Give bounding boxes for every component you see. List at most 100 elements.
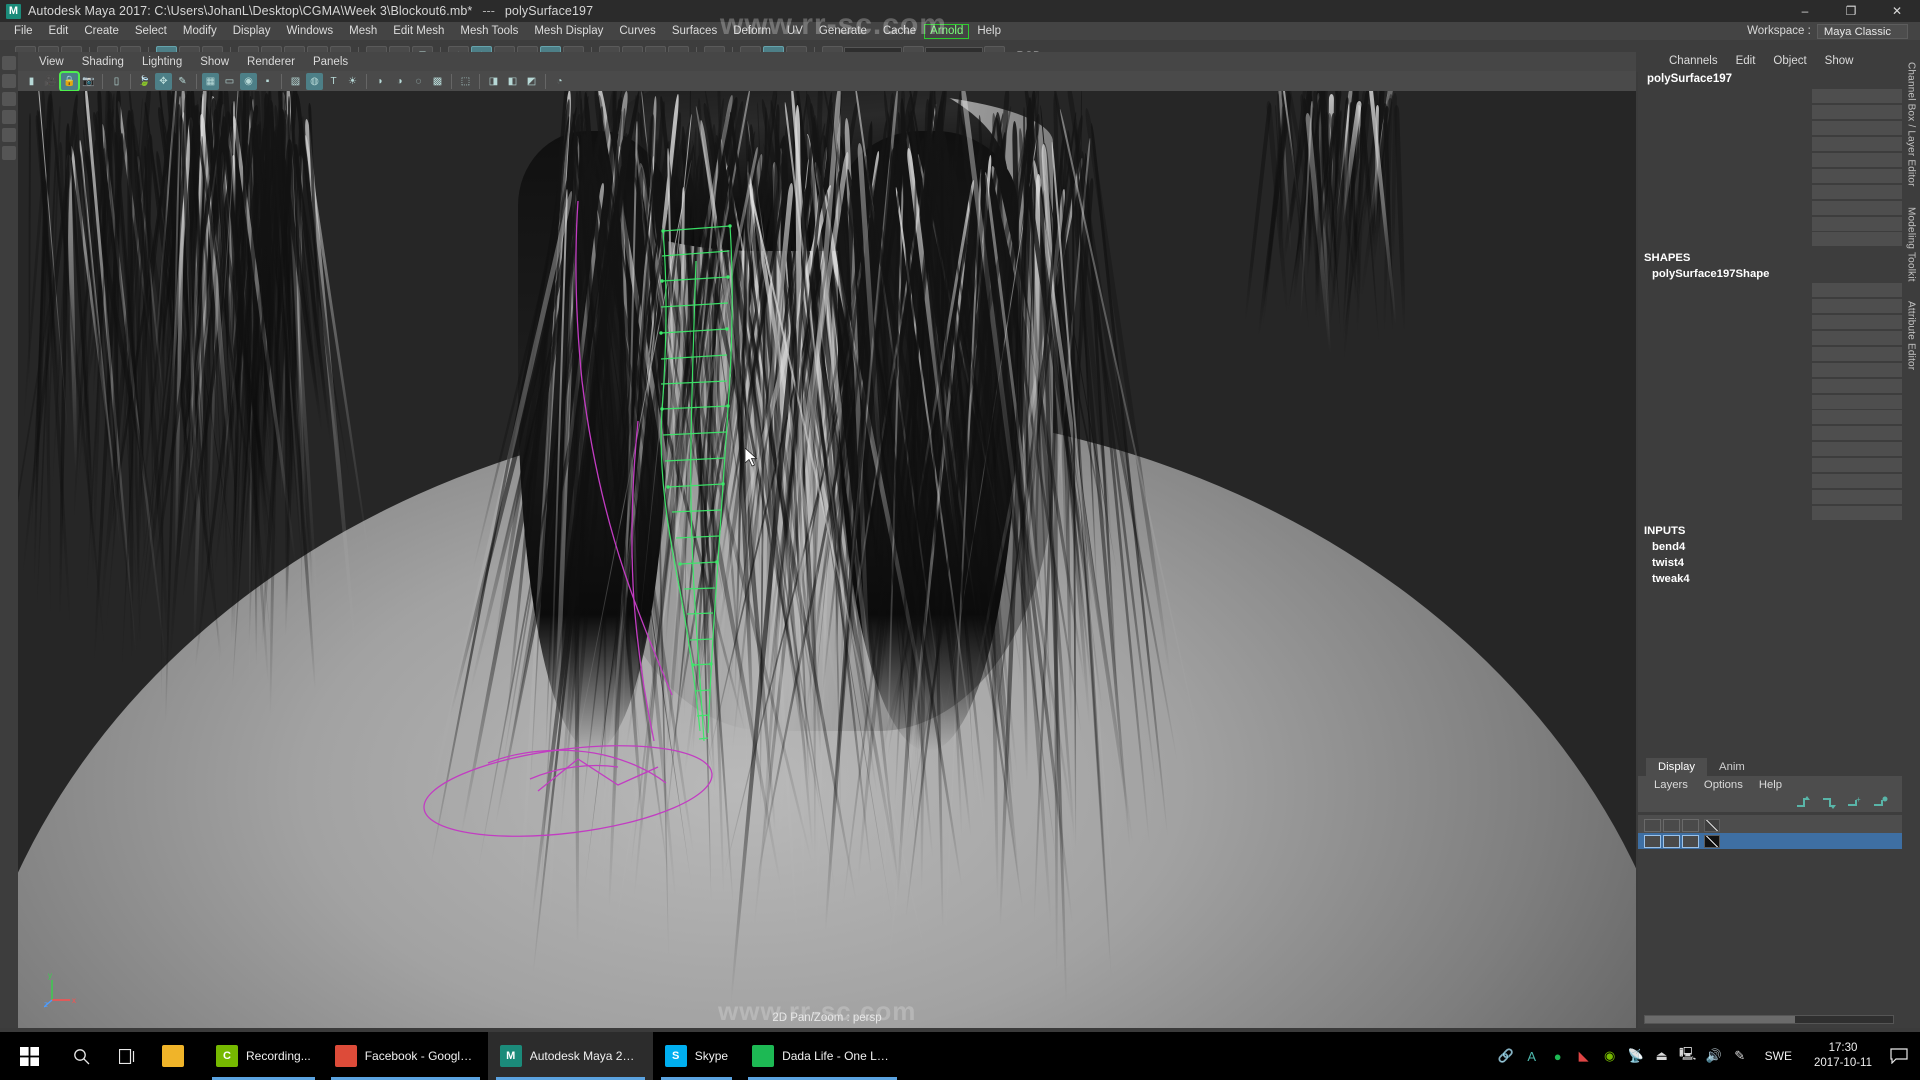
menu-create[interactable]: Create (76, 23, 127, 40)
viewport-menu-lighting[interactable]: Lighting (133, 56, 191, 68)
layer-playback-toggle[interactable] (1663, 818, 1680, 832)
shadows-icon[interactable]: ◗ (372, 73, 389, 90)
paint-select-tool-icon[interactable] (2, 92, 16, 106)
grease-pencil-icon[interactable]: ✥ (155, 72, 172, 90)
resolution-gate-icon[interactable]: ◉ (240, 72, 257, 90)
layer-reference-toggle[interactable] (1682, 834, 1699, 848)
layer-row[interactable] (1638, 817, 1902, 833)
channel-input-node[interactable]: tweak4 (1638, 571, 1902, 587)
menu-edit[interactable]: Edit (41, 23, 77, 40)
channel-attr-value[interactable] (1812, 393, 1902, 409)
select-camera-icon[interactable]: ▮ (23, 73, 40, 90)
nvidia-icon[interactable]: ◉ (1597, 1032, 1623, 1080)
lock-camera-icon[interactable]: 🔒 (59, 70, 80, 92)
layer-color-swatch[interactable] (1704, 834, 1720, 848)
viewport-exposure-icon[interactable]: ◔ (551, 73, 568, 90)
channel-attr-value[interactable] (1812, 183, 1902, 199)
screen-space-ao-icon[interactable]: ◑ (391, 73, 408, 90)
scale-tool-icon[interactable] (2, 146, 16, 160)
channel-attr-value[interactable] (1812, 345, 1902, 361)
move-layer-down-icon[interactable] (1821, 796, 1836, 809)
viewport-menu-shading[interactable]: Shading (73, 56, 133, 68)
layer-editor-menu-layers[interactable]: Layers (1646, 779, 1696, 791)
network-icon[interactable]: 🖳 (1675, 1032, 1701, 1080)
layer-list-scrollbar[interactable] (1644, 1015, 1894, 1024)
menu-deform[interactable]: Deform (725, 23, 779, 40)
use-all-lights-icon[interactable]: ☀ (344, 73, 361, 90)
two-d-pan-zoom-icon[interactable]: 🍃 (136, 73, 153, 90)
satellite-icon[interactable]: 📡 (1623, 1032, 1649, 1080)
menu-modify[interactable]: Modify (175, 23, 225, 40)
channel-attr-value[interactable] (1812, 488, 1902, 504)
layer-row[interactable] (1638, 833, 1902, 849)
minimize-button[interactable]: – (1782, 0, 1828, 22)
viewport-menu-panels[interactable]: Panels (304, 56, 357, 68)
channel-box-menu-object[interactable]: Object (1764, 55, 1815, 67)
exposure-tool-icon[interactable]: ✎ (174, 73, 191, 90)
channel-attr-value[interactable] (1812, 152, 1902, 167)
channel-input-node[interactable]: twist4 (1638, 555, 1902, 571)
grid-display-icon[interactable]: ▦ (202, 72, 219, 90)
viewport-menu-renderer[interactable]: Renderer (238, 56, 304, 68)
menu-mesh[interactable]: Mesh (341, 23, 385, 40)
menu-surfaces[interactable]: Surfaces (664, 23, 725, 40)
channel-attr-value[interactable] (1812, 199, 1902, 215)
channel-attr-value[interactable] (1812, 504, 1902, 520)
create-new-layer-icon[interactable]: + (1847, 796, 1862, 809)
menu-mesh-display[interactable]: Mesh Display (526, 23, 611, 40)
isolate-select-icon[interactable]: ⬚ (457, 73, 474, 90)
layer-list-scrollbar-thumb[interactable] (1645, 1016, 1795, 1023)
security-shield-icon[interactable]: ◣ (1571, 1032, 1597, 1080)
select-tool-icon[interactable] (2, 56, 16, 70)
motion-blur-icon[interactable]: ◌ (410, 73, 427, 90)
layer-visibility-toggle[interactable] (1644, 818, 1661, 832)
rotate-tool-icon[interactable] (2, 128, 16, 142)
menu-select[interactable]: Select (127, 23, 175, 40)
channel-attr-value[interactable] (1812, 330, 1902, 346)
channel-input-node[interactable]: bend4 (1638, 539, 1902, 555)
viewport-3d-canvas[interactable]: y x z 2D Pan/Zoom : persp www.rr-sc.com (18, 91, 1636, 1028)
layer-editor-tab-anim[interactable]: Anim (1707, 758, 1757, 776)
textured-shading-icon[interactable]: T (325, 73, 342, 90)
create-layer-from-selected-icon[interactable] (1873, 796, 1888, 809)
multisample-icon[interactable]: ▩ (429, 73, 446, 90)
film-gate-icon[interactable]: ▭ (221, 73, 238, 90)
image-plane-icon[interactable]: ▯ (108, 73, 125, 90)
menu-uv[interactable]: UV (779, 23, 811, 40)
channel-attr-value[interactable] (1812, 231, 1902, 247)
menu-mesh-tools[interactable]: Mesh Tools (452, 23, 526, 40)
close-button[interactable]: ✕ (1874, 0, 1920, 22)
maximize-button[interactable]: ❐ (1828, 0, 1874, 22)
channel-attr-value[interactable] (1812, 120, 1902, 136)
channel-attr-value[interactable] (1812, 298, 1902, 314)
viewport-menu-show[interactable]: Show (191, 56, 238, 68)
lasso-tool-icon[interactable] (2, 74, 16, 88)
move-layer-up-icon[interactable] (1795, 796, 1810, 809)
spotify-tray-icon[interactable]: ● (1545, 1032, 1571, 1080)
volume-icon[interactable]: 🔊 (1701, 1032, 1727, 1080)
layer-color-swatch[interactable] (1704, 818, 1720, 832)
onedrive-link-icon[interactable]: 🔗 (1493, 1032, 1519, 1080)
editor-tab-channel-box-layer-editor[interactable]: Channel Box / Layer Editor (1906, 52, 1917, 197)
channel-attr-value[interactable] (1812, 457, 1902, 473)
task-view-icon[interactable] (104, 1032, 150, 1080)
xray-joints-icon[interactable]: ◧ (504, 73, 521, 90)
taskbar-item-spotify-icon[interactable]: Dada Life - One Las... (740, 1032, 905, 1080)
workspace-dropdown[interactable]: Maya Classic (1816, 23, 1908, 39)
bookmark-camera-icon[interactable]: 📷 (80, 73, 97, 90)
xray-active-icon[interactable]: ◩ (523, 73, 540, 90)
notification-icon[interactable] (1882, 1032, 1916, 1080)
channel-attr-value[interactable] (1812, 215, 1902, 231)
editor-tab-attribute-editor[interactable]: Attribute Editor (1906, 291, 1917, 380)
menu-arnold[interactable]: Arnold (924, 23, 970, 39)
channel-box-menu-edit[interactable]: Edit (1727, 55, 1765, 67)
channel-attr-value[interactable] (1812, 314, 1902, 330)
editor-tab-modeling-toolkit[interactable]: Modeling Toolkit (1906, 197, 1917, 292)
menu-file[interactable]: File (6, 23, 41, 40)
clock[interactable]: 17:30 2017-10-11 (1804, 1041, 1882, 1071)
layer-reference-toggle[interactable] (1682, 818, 1699, 832)
channel-box-menu-show[interactable]: Show (1816, 55, 1863, 67)
menu-generate[interactable]: Generate (811, 23, 875, 40)
viewport-menu-view[interactable]: View (30, 56, 73, 68)
layer-playback-toggle[interactable] (1663, 834, 1680, 848)
